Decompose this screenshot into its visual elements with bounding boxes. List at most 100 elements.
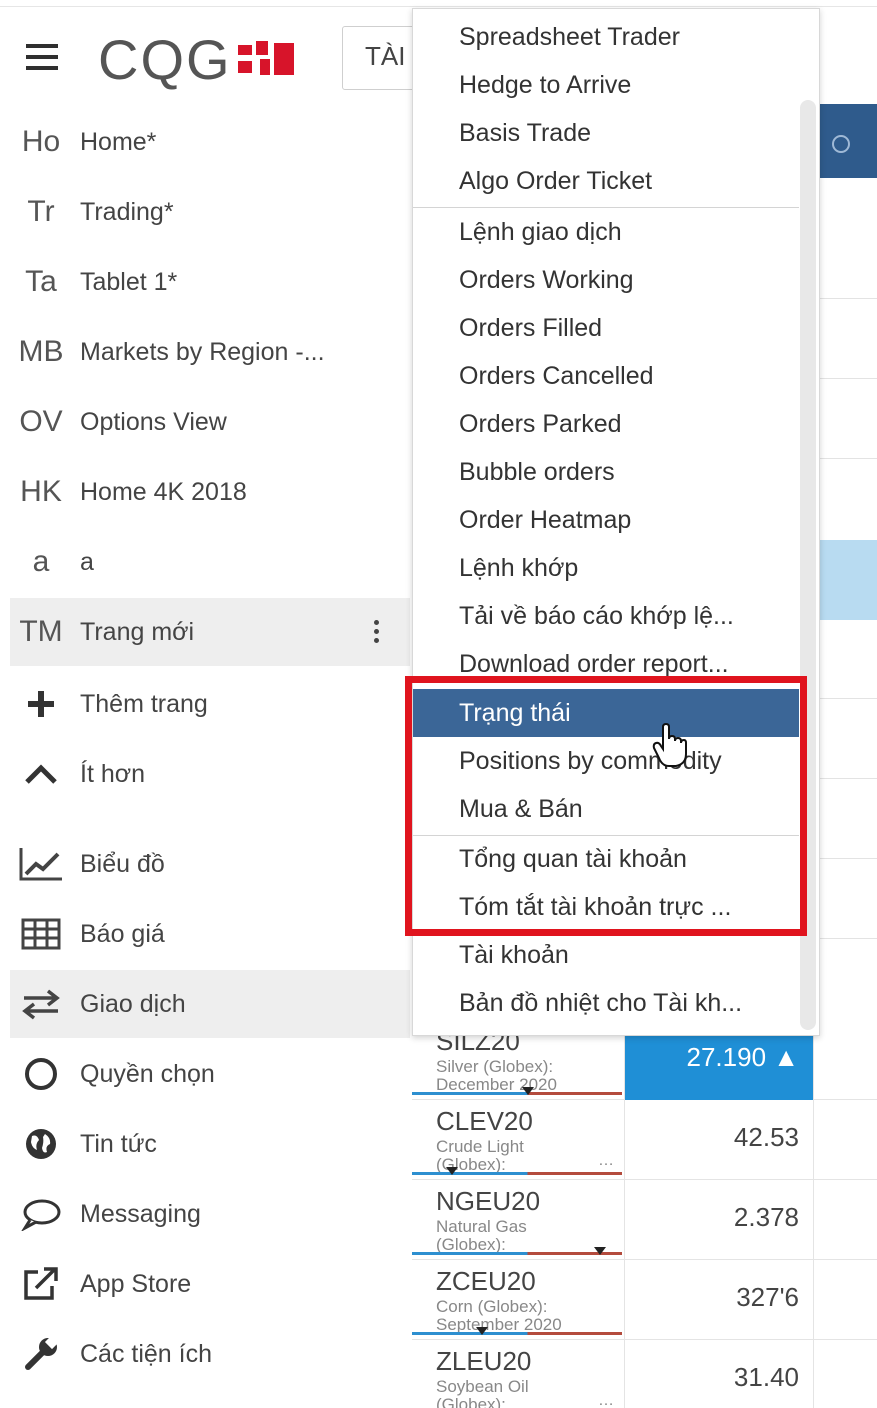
market-row[interactable]: ZCEU20 Corn (Globex): September 2020 327… bbox=[412, 1260, 877, 1340]
market-desc-line: Soybean Oil bbox=[436, 1377, 529, 1396]
external-link-icon bbox=[10, 1264, 72, 1304]
menu-item[interactable]: Bản đồ nhiệt cho Tài kh... bbox=[413, 979, 799, 1027]
ellipsis-icon: … bbox=[598, 1152, 614, 1169]
tool-utilities[interactable]: Các tiện ích bbox=[10, 1320, 410, 1388]
sidebar-item-label: Home* bbox=[80, 127, 157, 156]
cqg-logo: CQG bbox=[98, 28, 300, 91]
market-row[interactable]: ZLEU20 Soybean Oil (Globex): … 31.40 bbox=[412, 1340, 877, 1408]
sidebar-item-markets-by-region[interactable]: MB Markets by Region -... bbox=[10, 318, 410, 386]
market-description: Corn (Globex): September 2020 bbox=[436, 1298, 616, 1334]
ellipsis-icon: … bbox=[598, 1392, 614, 1408]
sidebar: Ho Home* Tr Trading* Ta Tablet 1* MB Mar… bbox=[10, 108, 410, 1408]
menu-item[interactable]: Order Heatmap bbox=[413, 496, 799, 544]
price-range-bar bbox=[412, 1172, 622, 1175]
menu-item[interactable]: Orders Working bbox=[413, 256, 799, 304]
market-symbol: ZLEU20 bbox=[436, 1346, 532, 1376]
sidebar-item-label: Trading* bbox=[80, 197, 174, 226]
logo-text: CQG bbox=[98, 27, 232, 91]
market-symbol: ZCEU20 bbox=[436, 1266, 536, 1296]
row-divider bbox=[810, 778, 877, 779]
market-symbol: CLEV20 bbox=[436, 1106, 533, 1136]
speech-bubble-icon bbox=[10, 1194, 72, 1234]
menu-item[interactable]: Bubble orders bbox=[413, 448, 799, 496]
price-range-bar bbox=[412, 1092, 622, 1095]
market-price[interactable]: 31.40 bbox=[624, 1340, 814, 1408]
sidebar-item-options-view[interactable]: OV Options View bbox=[10, 388, 410, 456]
plus-icon bbox=[10, 684, 72, 724]
price-range-bar bbox=[412, 1332, 622, 1335]
market-description: Soybean Oil (Globex): bbox=[436, 1378, 616, 1408]
menu-item[interactable]: Orders Parked bbox=[413, 400, 799, 448]
market-description: Natural Gas (Globex): bbox=[436, 1218, 616, 1254]
menu-item[interactable]: Tải về báo cáo khớp lệ... bbox=[413, 592, 799, 640]
menu-item[interactable]: Orders Filled bbox=[413, 304, 799, 352]
menu-item[interactable]: Algo Order Ticket bbox=[413, 157, 799, 205]
sidebar-item-home[interactable]: Ho Home* bbox=[10, 108, 410, 176]
page-abbr: TM bbox=[19, 615, 63, 648]
price-range-bar bbox=[412, 1252, 622, 1255]
selected-row-highlight bbox=[810, 540, 877, 620]
header-tab[interactable]: TÀI bbox=[342, 26, 422, 90]
tool-news[interactable]: Tin tức bbox=[10, 1110, 410, 1178]
row-divider bbox=[810, 858, 877, 859]
radio-icon bbox=[832, 135, 850, 153]
sidebar-item-trading[interactable]: Tr Trading* bbox=[10, 178, 410, 246]
row-divider bbox=[810, 698, 877, 699]
market-desc-line: Crude Light bbox=[436, 1137, 524, 1156]
sidebar-item-label: a bbox=[80, 547, 94, 576]
tool-label: Các tiện ích bbox=[80, 1339, 213, 1368]
globe-icon bbox=[10, 1124, 72, 1164]
page-abbr: a bbox=[32, 545, 50, 578]
show-less-button[interactable]: Ít hơn bbox=[10, 740, 410, 808]
kebab-menu-icon[interactable] bbox=[374, 620, 380, 644]
logo-mark-icon bbox=[236, 39, 300, 79]
row-divider bbox=[810, 458, 877, 459]
menu-item[interactable]: Orders Cancelled bbox=[413, 352, 799, 400]
tool-charts[interactable]: Biểu đồ bbox=[10, 830, 410, 898]
table-grid-icon bbox=[10, 914, 72, 954]
market-price[interactable]: 327'6 bbox=[624, 1260, 814, 1340]
tool-quotes[interactable]: Báo giá bbox=[10, 900, 410, 968]
menu-item[interactable]: Hedge to Arrive bbox=[413, 61, 799, 109]
tool-messaging[interactable]: Messaging bbox=[10, 1180, 410, 1248]
tool-label: Biểu đồ bbox=[80, 849, 165, 878]
tool-app-store[interactable]: App Store bbox=[10, 1250, 410, 1318]
market-row[interactable]: NGEU20 Natural Gas (Globex): 2.378 bbox=[412, 1180, 877, 1260]
hamburger-menu-icon[interactable] bbox=[26, 44, 62, 72]
market-row[interactable]: CLEV20 Crude Light (Globex): … 42.53 bbox=[412, 1100, 877, 1180]
sidebar-item-label: Home 4K 2018 bbox=[80, 477, 247, 506]
market-price[interactable]: 2.378 bbox=[624, 1180, 814, 1260]
page-abbr: MB bbox=[18, 335, 64, 368]
tool-label: Quyền chọn bbox=[80, 1059, 215, 1088]
sidebar-item-tablet[interactable]: Ta Tablet 1* bbox=[10, 248, 410, 316]
sidebar-item-home-4k[interactable]: HK Home 4K 2018 bbox=[10, 458, 410, 526]
menu-item[interactable]: Lệnh khớp bbox=[413, 544, 799, 592]
market-description: Crude Light (Globex): bbox=[436, 1138, 616, 1174]
tool-label: Tin tức bbox=[80, 1129, 157, 1158]
circle-icon bbox=[10, 1054, 72, 1094]
range-marker-icon bbox=[594, 1247, 606, 1255]
page-abbr: Ho bbox=[21, 125, 61, 158]
menu-item[interactable]: Lệnh giao dịch bbox=[413, 208, 799, 256]
tool-trading[interactable]: Giao dịch bbox=[10, 970, 410, 1038]
main-panel-header bbox=[820, 104, 877, 178]
sidebar-item-label: Trang mới bbox=[80, 617, 195, 646]
page-abbr: OV bbox=[19, 405, 63, 438]
market-symbol: NGEU20 bbox=[436, 1186, 541, 1216]
tool-label: App Store bbox=[80, 1269, 192, 1298]
menu-item[interactable]: Spreadsheet Trader bbox=[413, 13, 799, 61]
page-abbr: Ta bbox=[25, 265, 57, 298]
sidebar-item-a[interactable]: a a bbox=[10, 528, 410, 596]
row-divider bbox=[810, 378, 877, 379]
menu-item[interactable]: Basis Trade bbox=[413, 109, 799, 157]
market-price[interactable]: 42.53 bbox=[624, 1100, 814, 1180]
top-divider bbox=[0, 6, 877, 7]
sidebar-item-label: Markets by Region -... bbox=[80, 337, 325, 366]
menu-item[interactable]: Tài khoản bbox=[413, 931, 799, 979]
tool-label: Messaging bbox=[80, 1199, 201, 1228]
add-page-button[interactable]: Thêm trang bbox=[10, 670, 410, 738]
sidebar-item-label: Options View bbox=[80, 407, 227, 436]
range-marker-icon bbox=[476, 1327, 488, 1335]
sidebar-item-trang-moi[interactable]: TM Trang mới bbox=[10, 598, 410, 666]
tool-options[interactable]: Quyền chọn bbox=[10, 1040, 410, 1108]
